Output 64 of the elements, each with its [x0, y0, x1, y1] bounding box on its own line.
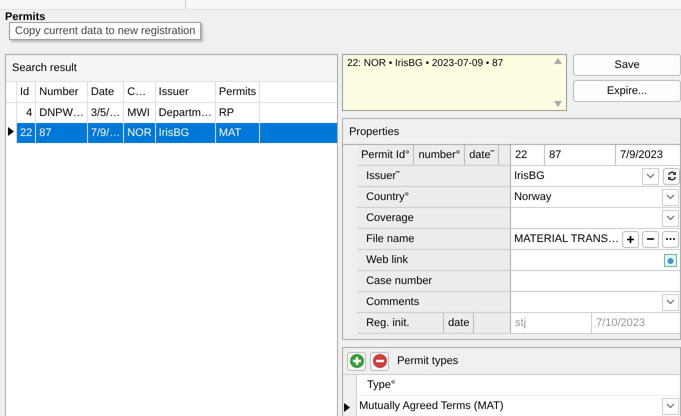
property-label: number°	[414, 145, 466, 165]
property-label: Coverage	[357, 208, 512, 228]
dropdown-button[interactable]	[642, 168, 659, 184]
plus-icon	[627, 236, 634, 242]
property-label: Reg. init.	[357, 313, 444, 333]
table-cell-text: Mutually Agreed Terms (MAT)	[358, 400, 505, 412]
dropdown-button[interactable]	[662, 188, 679, 206]
action-button[interactable]: Save	[573, 54, 681, 76]
property-label: date	[444, 313, 474, 333]
chevron-icon	[666, 194, 675, 200]
chevron-icon	[666, 299, 675, 305]
summary-text: 22: NOR • IrisBG • 2023-07-09 • 87	[347, 58, 504, 71]
dropdown-button[interactable]	[662, 398, 679, 414]
scroll-up-icon[interactable]	[554, 58, 562, 64]
chevron-icon	[666, 215, 675, 221]
panel-title: Search result	[6, 55, 338, 82]
chevron-icon	[646, 173, 655, 179]
property-value: 22	[511, 145, 546, 165]
action-button[interactable]: Expire...	[573, 80, 681, 102]
property-value: MATERIAL TRANS…	[514, 233, 619, 245]
property-value: 87	[545, 145, 616, 165]
refresh-button[interactable]	[663, 168, 680, 184]
property-label: Case number	[357, 271, 512, 291]
browse-button[interactable]	[662, 230, 679, 248]
property-label: Country°	[357, 187, 512, 207]
property-value: 7/9/2023	[619, 148, 664, 163]
table-cell: 22	[16, 123, 36, 143]
remove-button[interactable]	[642, 230, 659, 248]
text-field[interactable]	[511, 271, 680, 291]
tooltip: Copy current data to new registration	[9, 22, 202, 40]
property-label: Permit Id°	[357, 145, 414, 165]
panel-title: Permit types	[397, 355, 458, 367]
column-header[interactable]: C…	[124, 82, 156, 102]
dropdown-button[interactable]	[662, 210, 679, 226]
minus-circle-icon	[372, 354, 387, 368]
plus-circle-icon	[350, 354, 364, 368]
page-title: Permits	[4, 10, 46, 25]
scroll-down-icon[interactable]	[554, 101, 562, 107]
property-value: 7/10/2023	[595, 316, 646, 331]
add-button[interactable]	[622, 230, 639, 248]
column-header[interactable]: Date	[87, 82, 124, 102]
column-header[interactable]: Type°	[367, 379, 396, 391]
table-cell: 7/9/…	[87, 123, 124, 143]
table-cell: IrisBG	[155, 123, 216, 143]
property-label: date˜	[465, 145, 500, 165]
minus-icon	[647, 238, 654, 240]
refresh-icon	[666, 171, 676, 181]
web-link-icon[interactable]	[664, 254, 677, 266]
property-label: Web link	[357, 250, 512, 270]
column-header[interactable]: Number	[36, 82, 88, 102]
property-label: Comments	[357, 292, 512, 312]
column-header[interactable]: Id	[16, 82, 36, 102]
property-value: stj	[511, 313, 592, 333]
table-cell: 87	[36, 123, 88, 143]
column-header[interactable]: Permits	[215, 82, 260, 102]
property-label: File name	[357, 229, 512, 249]
property-value: IrisBG	[514, 170, 546, 182]
chevron-icon	[666, 403, 675, 409]
dropdown-button[interactable]	[662, 294, 679, 310]
property-label: Issuer˜	[357, 166, 512, 186]
table-cell: NOR	[124, 123, 156, 143]
column-header[interactable]: Issuer	[155, 82, 216, 102]
property-value: Norway	[514, 191, 552, 203]
table-cell: MAT	[215, 123, 260, 143]
